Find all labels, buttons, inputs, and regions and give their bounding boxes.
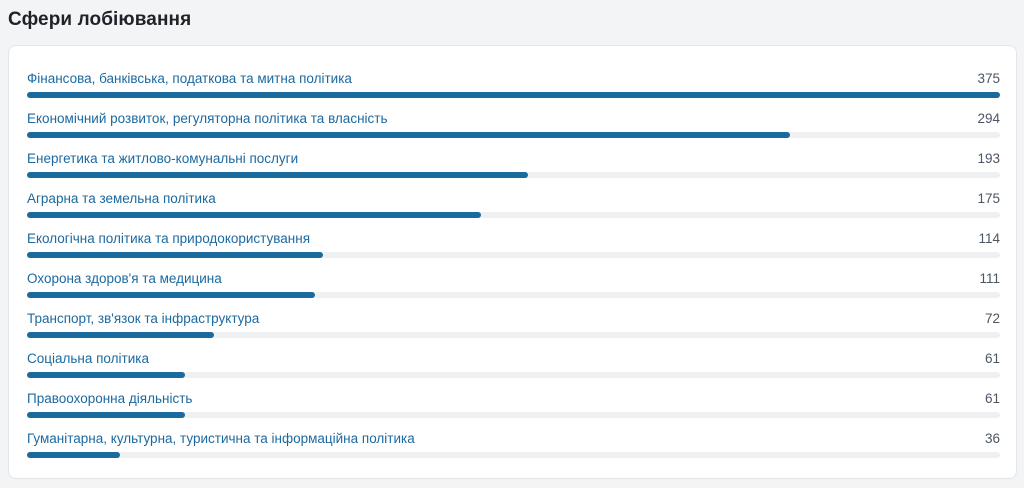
bar-row: Гуманітарна, культурна, туристична та ін…: [27, 430, 1000, 470]
bar-row: Економічний розвиток, регуляторна політи…: [27, 110, 1000, 150]
bar-value: 111: [979, 271, 1000, 286]
bar-value: 72: [984, 311, 1000, 326]
bar-fill: [27, 132, 790, 138]
bar-label-link[interactable]: Соціальна політика: [27, 351, 149, 366]
bar-track: [27, 452, 1000, 458]
bar-track: [27, 132, 1000, 138]
bar-list: Фінансова, банківська, податкова та митн…: [27, 70, 1000, 470]
bar-value: 61: [984, 351, 1000, 366]
bar-label-link[interactable]: Екологічна політика та природокористуван…: [27, 231, 310, 246]
bar-fill: [27, 372, 185, 378]
bar-row: Охорона здоров'я та медицина 111: [27, 270, 1000, 310]
bar-fill: [27, 212, 481, 218]
section-title: Сфери лобіювання: [8, 9, 192, 30]
bar-row: Екологічна політика та природокористуван…: [27, 230, 1000, 270]
bar-value: 375: [977, 71, 1000, 86]
bar-value: 193: [977, 151, 1000, 166]
bar-value: 61: [984, 391, 1000, 406]
page: Сфери лобіювання Фінансова, банківська, …: [0, 0, 1024, 488]
bar-track: [27, 412, 1000, 418]
bar-fill: [27, 92, 1000, 98]
bar-label-link[interactable]: Гуманітарна, культурна, туристична та ін…: [27, 431, 415, 446]
bar-label-link[interactable]: Охорона здоров'я та медицина: [27, 271, 222, 286]
bar-row: Соціальна політика 61: [27, 350, 1000, 390]
bar-row: Фінансова, банківська, податкова та митн…: [27, 70, 1000, 110]
bar-label-link[interactable]: Фінансова, банківська, податкова та митн…: [27, 71, 352, 86]
bar-track: [27, 252, 1000, 258]
bar-fill: [27, 292, 315, 298]
bar-value: 294: [977, 111, 1000, 126]
bar-row: Енергетика та житлово-комунальні послуги…: [27, 150, 1000, 190]
bar-label-link[interactable]: Енергетика та житлово-комунальні послуги: [27, 151, 298, 166]
bar-value: 36: [984, 431, 1000, 446]
bar-fill: [27, 452, 120, 458]
bar-label-link[interactable]: Аграрна та земельна політика: [27, 191, 216, 206]
bar-fill: [27, 172, 528, 178]
bar-label-link[interactable]: Транспорт, зв'язок та інфраструктура: [27, 311, 259, 326]
bar-row: Правоохоронна діяльність 61: [27, 390, 1000, 430]
bar-label-link[interactable]: Економічний розвиток, регуляторна політи…: [27, 111, 388, 126]
bar-label-link[interactable]: Правоохоронна діяльність: [27, 391, 192, 406]
bar-row: Аграрна та земельна політика 175: [27, 190, 1000, 230]
bar-value: 114: [978, 231, 1000, 246]
bar-track: [27, 172, 1000, 178]
bar-track: [27, 332, 1000, 338]
bar-track: [27, 292, 1000, 298]
bar-value: 175: [977, 191, 1000, 206]
bar-track: [27, 92, 1000, 98]
bar-fill: [27, 252, 323, 258]
bar-fill: [27, 412, 185, 418]
bar-row: Транспорт, зв'язок та інфраструктура 72: [27, 310, 1000, 350]
bar-track: [27, 372, 1000, 378]
bar-fill: [27, 332, 214, 338]
bar-track: [27, 212, 1000, 218]
lobbying-areas-card: Фінансова, банківська, податкова та митн…: [8, 45, 1017, 479]
